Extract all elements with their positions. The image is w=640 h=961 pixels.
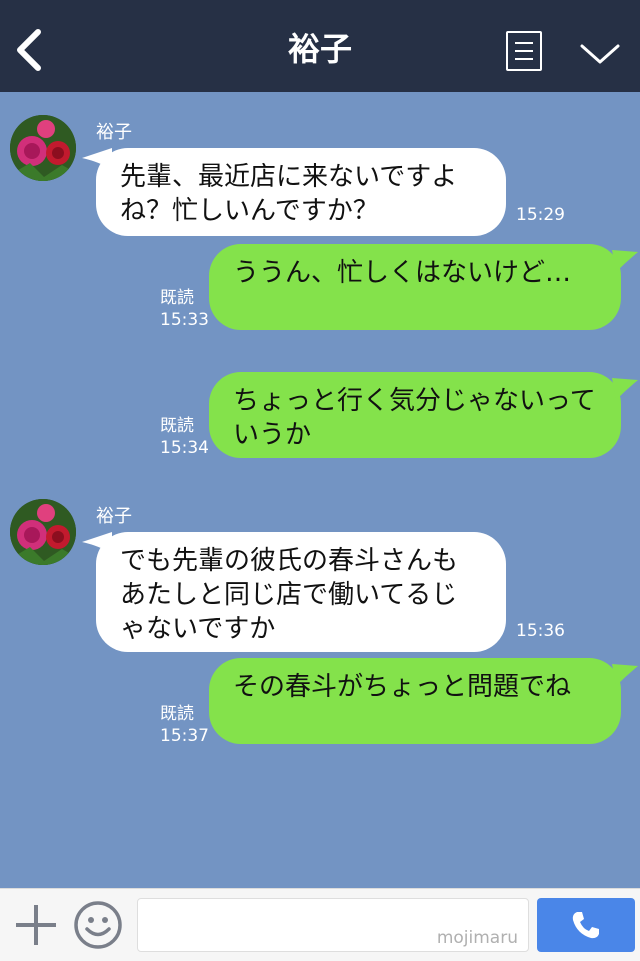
avatar[interactable]: [10, 115, 76, 181]
bubble-tail: [612, 664, 638, 686]
message-time: 15:33: [160, 310, 209, 330]
phone-icon: [572, 912, 599, 939]
back-arrow-icon[interactable]: [12, 28, 48, 72]
chat-header: 裕子: [0, 0, 640, 92]
avatar[interactable]: [10, 499, 76, 565]
sender-name: 裕子: [96, 122, 132, 143]
message-bubble-incoming[interactable]: 先輩、最近店に来ないですよね？忙しいんですか？: [96, 148, 506, 236]
message-bubble-outgoing[interactable]: その春斗がちょっと問題でね: [209, 658, 621, 744]
message-time: 15:29: [516, 205, 565, 225]
input-bar: mojimaru: [0, 888, 640, 961]
plus-icon[interactable]: [14, 903, 58, 947]
read-receipt: 既読: [160, 704, 194, 724]
message-bubble-outgoing[interactable]: ちょっと行く気分じゃないっていうか: [209, 372, 621, 458]
message-input[interactable]: mojimaru: [137, 898, 529, 952]
menu-list-icon[interactable]: [506, 31, 542, 71]
read-receipt: 既読: [160, 416, 194, 436]
chat-area: 裕子 先輩、最近店に来ないですよね？忙しいんですか？ 15:29 既読 15:3…: [0, 92, 640, 888]
emoji-icon[interactable]: [72, 899, 124, 951]
chat-title: 裕子: [287, 30, 352, 68]
bubble-tail: [612, 378, 638, 400]
watermark: mojimaru: [436, 928, 518, 948]
message-time: 15:34: [160, 438, 209, 458]
message-bubble-incoming[interactable]: でも先輩の彼氏の春斗さんもあたしと同じ店で働いてるじゃないですか: [96, 532, 506, 652]
message-time: 15:36: [516, 621, 565, 641]
chevron-down-icon[interactable]: [576, 36, 624, 70]
call-button[interactable]: [537, 898, 635, 952]
message-bubble-outgoing[interactable]: ううん、忙しくはないけど…: [209, 244, 621, 330]
message-time: 15:37: [160, 726, 209, 746]
bubble-tail: [612, 250, 638, 272]
read-receipt: 既読: [160, 288, 194, 308]
sender-name: 裕子: [96, 506, 132, 527]
